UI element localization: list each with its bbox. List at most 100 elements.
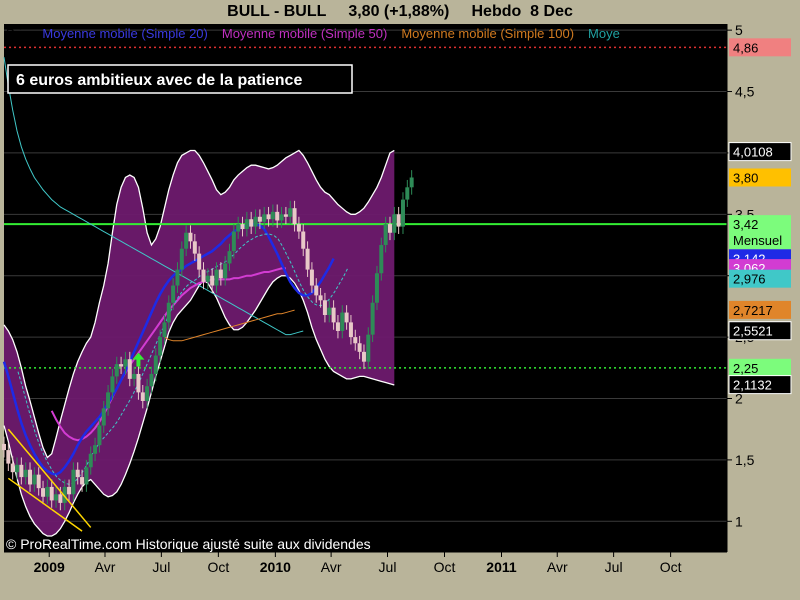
candle-body-35 xyxy=(153,355,158,374)
candle-body-40 xyxy=(175,269,180,286)
price-tag-label-7: 2,7217 xyxy=(733,303,773,318)
candle-body-26 xyxy=(114,364,119,377)
legend-item-1: Moyenne mobile (Simple 20) xyxy=(42,26,207,41)
x-tick-label-9: Avr xyxy=(547,559,568,575)
candle-body-48 xyxy=(210,275,215,286)
candle-body-10 xyxy=(45,486,50,497)
candle-body-83 xyxy=(361,351,366,362)
candle-body-33 xyxy=(145,386,150,401)
candle-body-19 xyxy=(84,467,89,485)
candle-body-85 xyxy=(370,302,375,335)
candle-body-58 xyxy=(253,216,258,227)
candle-body-30 xyxy=(132,373,137,379)
candle-body-5 xyxy=(23,469,28,478)
candle-body-2 xyxy=(10,463,15,473)
candle-body-87 xyxy=(379,245,384,274)
x-tick-label-3: Oct xyxy=(207,559,229,575)
candle-body-61 xyxy=(266,214,271,220)
candle-body-39 xyxy=(171,285,176,303)
candle-body-22 xyxy=(97,425,102,446)
candle-body-32 xyxy=(140,392,145,401)
x-tick-label-0: 2009 xyxy=(34,559,65,575)
candle-body-47 xyxy=(205,275,210,282)
candle-body-78 xyxy=(340,312,345,331)
y-tick-label-8: 5 xyxy=(735,22,743,38)
price-tag-label-8: 2,5521 xyxy=(733,324,773,339)
candle-body-46 xyxy=(201,269,206,282)
candle-body-12 xyxy=(54,494,59,501)
candle-body-42 xyxy=(184,232,189,249)
candle-body-16 xyxy=(71,469,76,495)
candle-body-31 xyxy=(136,373,141,393)
legend-item-4: Moye xyxy=(588,26,620,41)
x-tick-label-8: 2011 xyxy=(486,559,517,575)
candle-body-20 xyxy=(88,453,93,468)
candle-body-45 xyxy=(197,253,202,270)
candle-body-82 xyxy=(357,343,362,352)
candle-body-80 xyxy=(348,322,353,338)
candle-body-51 xyxy=(223,263,228,279)
candle-body-66 xyxy=(288,208,293,217)
candle-body-88 xyxy=(383,224,388,246)
x-tick-label-10: Jul xyxy=(605,559,623,575)
candle-body-70 xyxy=(305,248,310,270)
price-tag-label-9: 2,25 xyxy=(733,361,758,376)
candle-body-91 xyxy=(396,214,401,227)
candle-body-21 xyxy=(93,445,98,454)
candle-body-53 xyxy=(231,231,236,252)
candle-body-27 xyxy=(119,364,124,367)
price-tag-label-1: 4,0108 xyxy=(733,145,773,160)
candle-body-7 xyxy=(32,474,37,485)
price-tag-label-0: 4,86 xyxy=(733,40,758,55)
candle-body-13 xyxy=(58,494,63,503)
candle-body-24 xyxy=(106,392,111,409)
candle-body-73 xyxy=(318,295,323,301)
candle-body-64 xyxy=(279,214,284,221)
candle-body-49 xyxy=(214,269,219,286)
candle-body-68 xyxy=(296,224,301,232)
candle-body-84 xyxy=(366,334,371,362)
candle-body-18 xyxy=(80,477,85,485)
candle-body-59 xyxy=(257,216,262,222)
candle-body-1 xyxy=(6,450,11,464)
price-tag-label-3: 3,42 xyxy=(733,217,758,232)
candle-body-9 xyxy=(41,488,46,497)
candle-body-50 xyxy=(218,269,223,279)
candle-body-0 xyxy=(2,443,6,451)
candle-body-62 xyxy=(270,211,275,220)
candle-body-36 xyxy=(158,337,163,356)
x-tick-label-1: Avr xyxy=(95,559,116,575)
candle-body-3 xyxy=(15,464,20,473)
y-tick-label-0: 1 xyxy=(735,513,743,529)
candle-body-43 xyxy=(188,232,193,242)
candle-body-57 xyxy=(249,219,254,227)
candle-body-6 xyxy=(28,469,33,485)
candle-body-81 xyxy=(353,337,358,344)
price-tag-label-10: 2,1132 xyxy=(733,378,772,393)
price-chart[interactable]: 11,522,533,544,554,864,01083,803,42Mensu… xyxy=(0,0,800,600)
annotation-text: 6 euros ambitieux avec de la patience xyxy=(16,72,302,89)
candle-body-69 xyxy=(301,231,306,249)
candle-body-77 xyxy=(335,322,340,331)
candle-body-92 xyxy=(400,199,405,227)
candle-body-4 xyxy=(19,464,24,478)
candle-body-17 xyxy=(75,469,80,478)
x-tick-label-4: 2010 xyxy=(260,559,291,575)
candle-body-67 xyxy=(292,208,297,225)
candle-body-29 xyxy=(127,359,132,379)
candle-body-72 xyxy=(314,285,319,296)
x-tick-label-11: Oct xyxy=(660,559,682,575)
legend-item-2: Moyenne mobile (Simple 50) xyxy=(222,26,387,41)
candle-body-25 xyxy=(110,376,115,393)
annotation-box: 6 euros ambitieux avec de la patience xyxy=(7,64,353,94)
x-tick-label-6: Jul xyxy=(379,559,397,575)
y-tick-label-7: 4,5 xyxy=(735,84,755,100)
candle-body-60 xyxy=(262,214,267,222)
candle-body-8 xyxy=(36,474,41,489)
candle-body-63 xyxy=(275,211,280,221)
price-tag-label-2: 3,80 xyxy=(733,170,758,185)
candle-body-34 xyxy=(149,373,154,387)
candle-body-52 xyxy=(227,251,232,264)
candle-body-44 xyxy=(192,241,197,254)
candle-body-41 xyxy=(179,248,184,270)
